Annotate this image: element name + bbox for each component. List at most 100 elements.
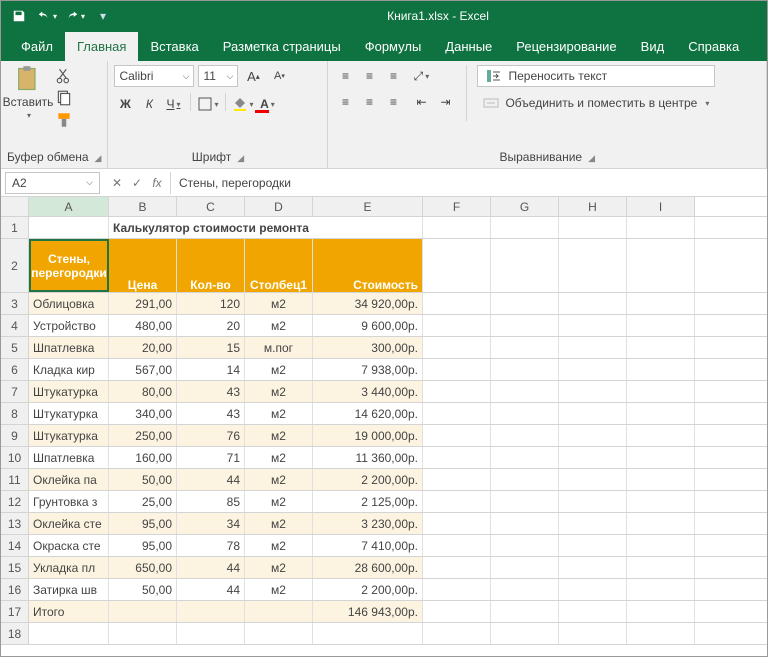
cell[interactable]: 95,00 — [109, 535, 177, 556]
cell[interactable] — [109, 601, 177, 622]
cell[interactable]: 43 — [177, 403, 245, 424]
row-header[interactable]: 13 — [1, 513, 29, 534]
cell[interactable]: Шпатлевка — [29, 337, 109, 358]
cell[interactable] — [627, 217, 695, 238]
cell[interactable] — [423, 513, 491, 534]
copy-icon[interactable] — [55, 89, 73, 107]
cell[interactable] — [559, 359, 627, 380]
cell[interactable] — [559, 557, 627, 578]
cell[interactable] — [559, 469, 627, 490]
cell[interactable]: 7 938,00р. — [313, 359, 423, 380]
cell[interactable] — [559, 337, 627, 358]
row-header[interactable]: 14 — [1, 535, 29, 556]
cell[interactable] — [423, 425, 491, 446]
cell[interactable]: 20 — [177, 315, 245, 336]
cell[interactable]: 19 000,00р. — [313, 425, 423, 446]
cell[interactable] — [559, 239, 627, 292]
cell[interactable]: Стоимость — [313, 239, 423, 292]
cell[interactable]: м2 — [245, 469, 313, 490]
cell[interactable] — [559, 623, 627, 644]
cell[interactable]: 20,00 — [109, 337, 177, 358]
row-header[interactable]: 6 — [1, 359, 29, 380]
cell[interactable]: Облицовка — [29, 293, 109, 314]
cell[interactable] — [559, 403, 627, 424]
name-box[interactable]: A2⌵ — [5, 172, 100, 194]
cell[interactable] — [627, 337, 695, 358]
cell[interactable]: Окраска сте — [29, 535, 109, 556]
cell[interactable]: Калькулятор стоимости ремонта — [109, 217, 423, 238]
cell[interactable] — [627, 239, 695, 292]
cell[interactable] — [627, 447, 695, 468]
fx-icon[interactable]: fx — [148, 176, 166, 190]
cell[interactable]: 50,00 — [109, 579, 177, 600]
cell[interactable] — [627, 359, 695, 380]
merge-center-button[interactable]: Объединить и поместить в центре▾ — [477, 93, 715, 113]
cell[interactable] — [491, 557, 559, 578]
cell[interactable]: м.пог — [245, 337, 313, 358]
font-name-select[interactable]: Calibri⌵ — [114, 65, 194, 87]
cell[interactable] — [491, 239, 559, 292]
cell[interactable]: Грунтовка з — [29, 491, 109, 512]
cell[interactable]: м2 — [245, 315, 313, 336]
cell[interactable] — [559, 579, 627, 600]
col-header[interactable]: I — [627, 197, 695, 216]
cell[interactable] — [627, 425, 695, 446]
cell[interactable]: 3 440,00р. — [313, 381, 423, 402]
cell[interactable]: Штукатурка — [29, 381, 109, 402]
align-launcher-icon[interactable]: ◢ — [588, 153, 595, 163]
cell[interactable] — [559, 381, 627, 402]
cell[interactable] — [559, 601, 627, 622]
fill-color-button[interactable]: ▾ — [232, 93, 254, 115]
tab-file[interactable]: Файл — [9, 32, 65, 61]
cell[interactable]: м2 — [245, 293, 313, 314]
tab-formulas[interactable]: Формулы — [353, 32, 434, 61]
cell[interactable]: 567,00 — [109, 359, 177, 380]
row-header[interactable]: 2 — [1, 239, 29, 292]
row-header[interactable]: 17 — [1, 601, 29, 622]
row-header[interactable]: 8 — [1, 403, 29, 424]
cell[interactable]: 25,00 — [109, 491, 177, 512]
align-center-icon[interactable]: ≡ — [358, 91, 380, 113]
col-header[interactable]: E — [313, 197, 423, 216]
cell[interactable] — [423, 239, 491, 292]
underline-button[interactable]: Ч▾ — [162, 93, 184, 115]
cell[interactable]: 43 — [177, 381, 245, 402]
indent-increase-icon[interactable]: ⇥ — [434, 91, 456, 113]
cell[interactable]: Затирка шв — [29, 579, 109, 600]
save-icon[interactable] — [7, 4, 31, 28]
cell[interactable] — [627, 535, 695, 556]
grow-font-icon[interactable]: A▴ — [242, 65, 264, 87]
cell[interactable] — [423, 579, 491, 600]
cell[interactable]: 14 — [177, 359, 245, 380]
cell[interactable]: 85 — [177, 491, 245, 512]
redo-icon[interactable]: ▾ — [63, 4, 87, 28]
cell[interactable]: м2 — [245, 425, 313, 446]
col-header[interactable]: G — [491, 197, 559, 216]
cell[interactable]: м2 — [245, 447, 313, 468]
cell[interactable]: м2 — [245, 535, 313, 556]
cell[interactable]: м2 — [245, 381, 313, 402]
cell[interactable] — [491, 217, 559, 238]
cell[interactable] — [627, 557, 695, 578]
cell[interactable]: м2 — [245, 491, 313, 512]
cell[interactable] — [559, 315, 627, 336]
cell[interactable]: 78 — [177, 535, 245, 556]
row-header[interactable]: 4 — [1, 315, 29, 336]
cell[interactable] — [627, 293, 695, 314]
cell[interactable]: 28 600,00р. — [313, 557, 423, 578]
cell[interactable] — [423, 469, 491, 490]
cell[interactable]: 2 200,00р. — [313, 579, 423, 600]
cell[interactable] — [423, 315, 491, 336]
cell[interactable] — [491, 337, 559, 358]
cell[interactable]: 14 620,00р. — [313, 403, 423, 424]
cell[interactable] — [627, 601, 695, 622]
cell[interactable]: 650,00 — [109, 557, 177, 578]
cell[interactable] — [29, 217, 109, 238]
enter-icon[interactable]: ✓ — [128, 176, 146, 190]
cell[interactable]: 50,00 — [109, 469, 177, 490]
cell[interactable]: 3 230,00р. — [313, 513, 423, 534]
cell[interactable] — [491, 623, 559, 644]
cell[interactable] — [491, 425, 559, 446]
italic-button[interactable]: К — [138, 93, 160, 115]
row-header[interactable]: 15 — [1, 557, 29, 578]
